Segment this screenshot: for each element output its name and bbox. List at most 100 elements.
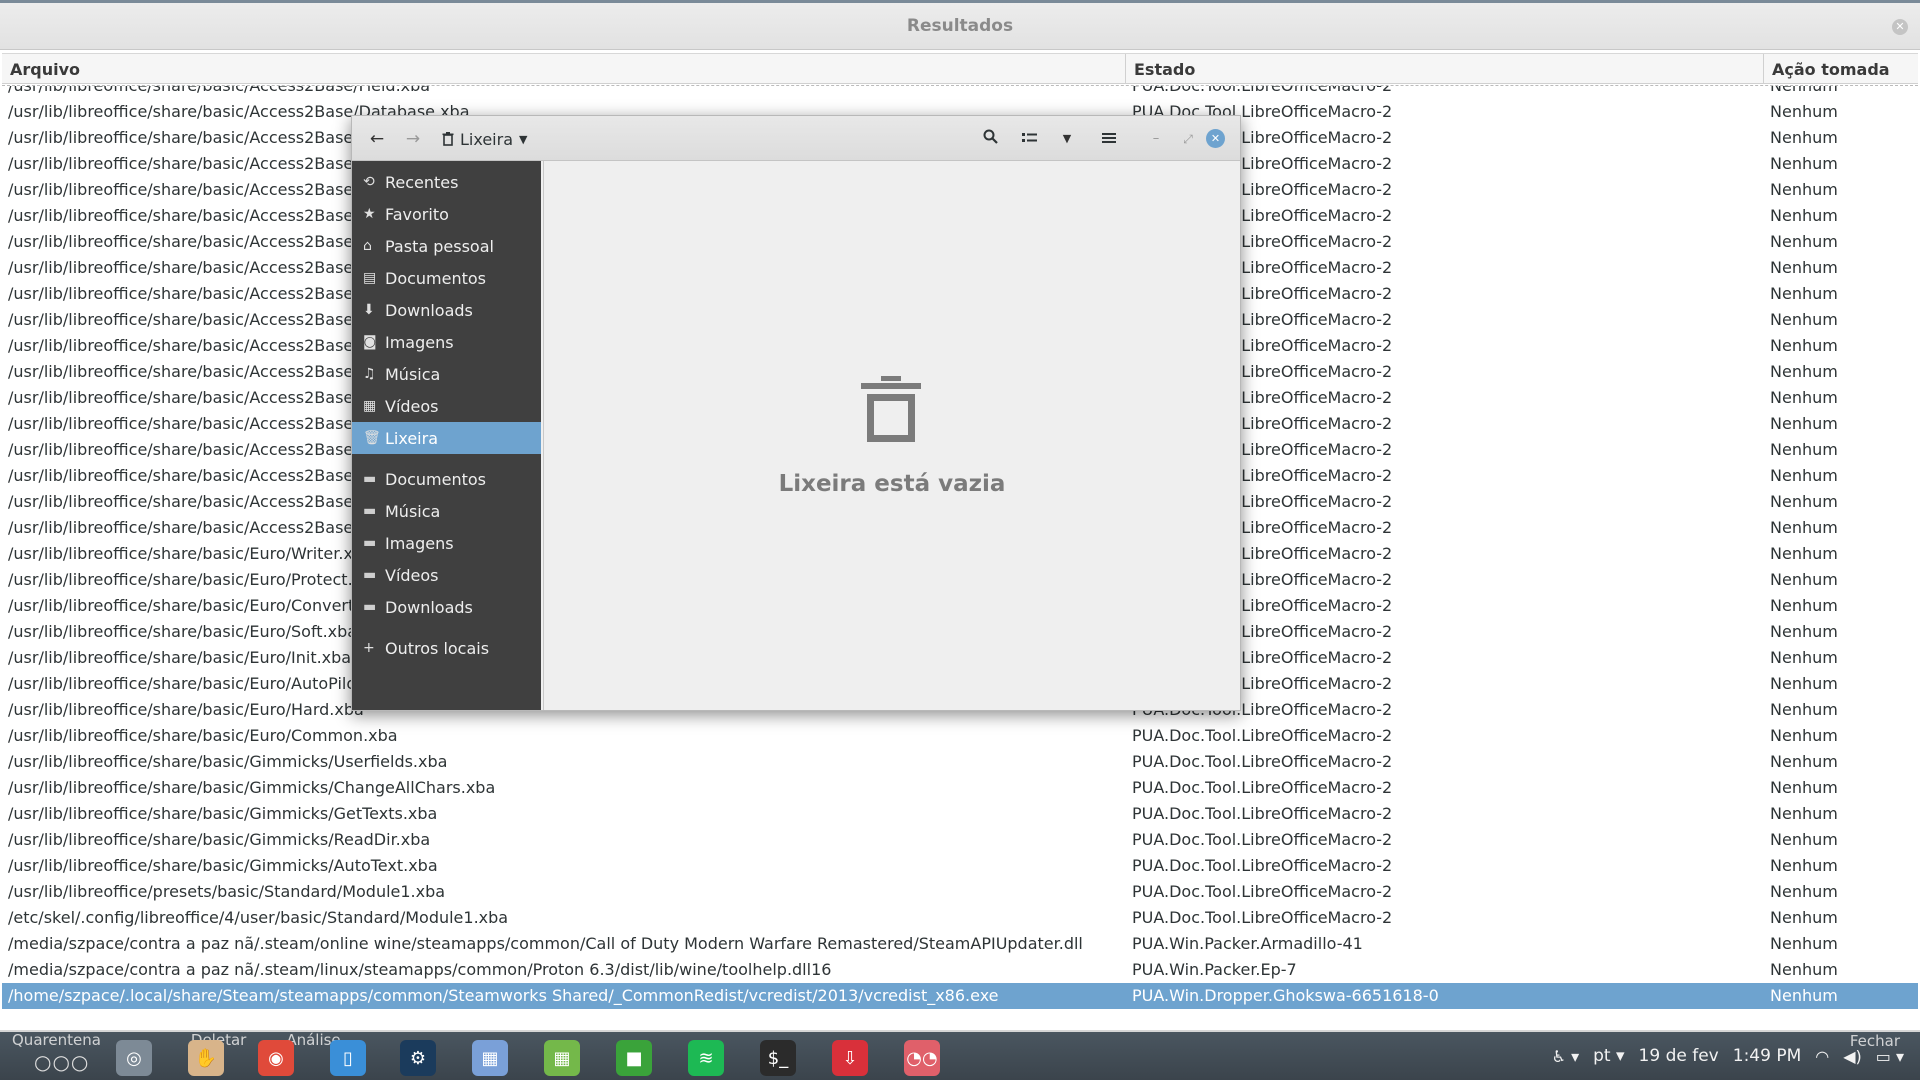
menu-button[interactable]	[1096, 126, 1122, 152]
app-steam-icon[interactable]: ⚙	[400, 1040, 436, 1076]
sidebar-bookmark[interactable]: ▬ Downloads	[352, 591, 541, 623]
cell-action: Nenhum	[1770, 466, 1838, 485]
cell-action: Nenhum	[1770, 934, 1838, 953]
sidebar-item-home[interactable]: ⌂ Pasta pessoal	[352, 230, 541, 262]
accessibility-icon[interactable]: ♿ ▾	[1552, 1047, 1579, 1066]
app-files-icon[interactable]: ▯	[330, 1040, 366, 1076]
column-header-state[interactable]: Estado	[1126, 54, 1764, 83]
table-row[interactable]: /etc/skel/.config/libreoffice/4/user/bas…	[2, 905, 1918, 931]
cell-action: Nenhum	[1770, 908, 1838, 927]
table-row[interactable]: /usr/lib/libreoffice/share/basic/Gimmick…	[2, 801, 1918, 827]
table-row[interactable]: /media/szpace/contra a paz nã/.steam/lin…	[2, 957, 1918, 983]
cell-action: Nenhum	[1770, 206, 1838, 225]
cell-action: Nenhum	[1770, 622, 1838, 641]
sidebar-item-label: Documentos	[385, 268, 487, 288]
app-hand-icon[interactable]: ✋	[188, 1040, 224, 1076]
sidebar-bookmark[interactable]: ▬ Imagens	[352, 527, 541, 559]
cell-action: Nenhum	[1770, 986, 1838, 1005]
app-calc-icon[interactable]: ▦	[544, 1040, 580, 1076]
search-button[interactable]	[977, 126, 1003, 152]
back-button[interactable]: ←	[364, 126, 390, 152]
table-row[interactable]: /usr/lib/libreoffice/share/basic/Gimmick…	[2, 827, 1918, 853]
keyboard-layout[interactable]: pt ▾	[1593, 1046, 1624, 1066]
clock-time[interactable]: 1:49 PM	[1733, 1046, 1802, 1066]
wifi-icon[interactable]: ◠	[1815, 1047, 1829, 1066]
folder-icon: ▬	[363, 567, 377, 583]
battery-icon[interactable]: ▭ ▾	[1876, 1047, 1904, 1066]
cell-action: Nenhum	[1770, 258, 1838, 277]
sidebar-item-label: Imagens	[385, 332, 454, 352]
sidebar-item-label: Documentos	[385, 469, 487, 489]
sidebar-item-document[interactable]: ▤ Documentos	[352, 262, 541, 294]
sidebar-item-film[interactable]: ▦ Vídeos	[352, 390, 541, 422]
sidebar-item-star[interactable]: ★ Favorito	[352, 198, 541, 230]
table-row[interactable]: /usr/lib/libreoffice/share/basic/Gimmick…	[2, 853, 1918, 879]
sidebar-item-label: Música	[385, 501, 441, 521]
sidebar-item-trash[interactable]: 🗑 Lixeira	[352, 422, 541, 454]
sidebar-item-label: Lixeira	[385, 428, 439, 448]
sidebar-bookmark[interactable]: ▬ Vídeos	[352, 559, 541, 591]
folder-icon: ▬	[363, 599, 377, 615]
file-view[interactable]: Lixeira está vazia	[543, 161, 1240, 710]
forward-button[interactable]: →	[400, 126, 426, 152]
minimize-button[interactable]: –	[1143, 126, 1169, 152]
table-row[interactable]: /usr/lib/libreoffice/share/basic/Gimmick…	[2, 775, 1918, 801]
app-installer-icon[interactable]: ⇩	[832, 1040, 868, 1076]
table-row[interactable]: /usr/lib/libreoffice/share/basic/Gimmick…	[2, 749, 1918, 775]
taskbar: Quarentena Deletar Análise Fechar ○○○ ◎✋…	[0, 1031, 1920, 1080]
cell-file: /usr/lib/libreoffice/share/basic/Gimmick…	[8, 778, 496, 797]
cell-action: Nenhum	[1770, 752, 1838, 771]
location-label: Lixeira	[460, 129, 514, 149]
cell-action: Nenhum	[1770, 492, 1838, 511]
cell-state: PUA.Doc.Tool.LibreOfficeMacro-2	[1132, 778, 1393, 797]
app-monitor-icon[interactable]: ■	[616, 1040, 652, 1076]
cell-state: PUA.Win.Dropper.Ghokswa-6651618-0	[1132, 986, 1439, 1005]
cell-state: PUA.Doc.Tool.LibreOfficeMacro-2	[1132, 752, 1393, 771]
table-row[interactable]: /home/szpace/.local/share/Steam/steamapp…	[2, 983, 1918, 1009]
cell-action: Nenhum	[1770, 440, 1838, 459]
sidebar-bookmark[interactable]: ▬ Música	[352, 495, 541, 527]
app-terminal-icon[interactable]: $_	[760, 1040, 796, 1076]
location-button[interactable]: Lixeira ▼	[442, 126, 527, 152]
app-grid-icon[interactable]: ▦	[472, 1040, 508, 1076]
trash-icon	[442, 132, 454, 146]
plus-icon: +	[363, 640, 375, 656]
dialog-close-button[interactable]: ✕	[1206, 129, 1225, 148]
sidebar-item-label: Downloads	[385, 300, 473, 320]
table-row[interactable]: /media/szpace/contra a paz nã/.steam/onl…	[2, 931, 1918, 957]
sidebar-item-other-locations[interactable]: + Outros locais	[352, 632, 541, 664]
cell-action: Nenhum	[1770, 778, 1838, 797]
table-row[interactable]: /usr/lib/libreoffice/share/basic/Access2…	[2, 86, 1918, 99]
cell-action: Nenhum	[1770, 310, 1838, 329]
quarantine-button[interactable]: Quarentena	[12, 1031, 101, 1049]
app-spotify-icon[interactable]: ≋	[688, 1040, 724, 1076]
sidebar-item-label: Downloads	[385, 597, 473, 617]
home-icon: ⌂	[363, 238, 372, 254]
app-chrome-icon[interactable]: ◉	[258, 1040, 294, 1076]
table-row[interactable]: /usr/lib/libreoffice/presets/basic/Stand…	[2, 879, 1918, 905]
column-header-file[interactable]: Arquivo	[2, 54, 1126, 83]
star-icon: ★	[363, 206, 376, 222]
sidebar-item-music[interactable]: ♫ Música	[352, 358, 541, 390]
column-header-action[interactable]: Ação tomada	[1764, 54, 1918, 83]
app-reader-icon[interactable]: ◔◔	[904, 1040, 940, 1076]
sidebar-bookmark[interactable]: ▬ Documentos	[352, 463, 541, 495]
cell-action: Nenhum	[1770, 180, 1838, 199]
view-options-button[interactable]: ▼	[1054, 126, 1080, 152]
sidebar-item-label: Favorito	[385, 204, 449, 224]
volume-icon[interactable]: ◀)	[1843, 1047, 1862, 1066]
cell-action: Nenhum	[1770, 882, 1838, 901]
app-menu-icon[interactable]: ○○○	[34, 1050, 89, 1074]
table-row[interactable]: /usr/lib/libreoffice/share/basic/Euro/Co…	[2, 723, 1918, 749]
list-view-button[interactable]	[1016, 126, 1042, 152]
sidebar-item-download[interactable]: ⬇ Downloads	[352, 294, 541, 326]
close-window-button[interactable]: ✕	[1892, 19, 1908, 35]
film-icon: ▦	[363, 398, 377, 414]
sidebar-item-clock[interactable]: ⟲ Recentes	[352, 166, 541, 198]
sidebar-item-camera[interactable]: ◙ Imagens	[352, 326, 541, 358]
results-titlebar[interactable]: Resultados ✕	[0, 3, 1920, 50]
clock-date[interactable]: 19 de fev	[1639, 1046, 1719, 1066]
maximize-button[interactable]: ⤢	[1175, 126, 1201, 152]
app-cockpit-icon[interactable]: ◎	[116, 1040, 152, 1076]
cell-action: Nenhum	[1770, 726, 1838, 745]
